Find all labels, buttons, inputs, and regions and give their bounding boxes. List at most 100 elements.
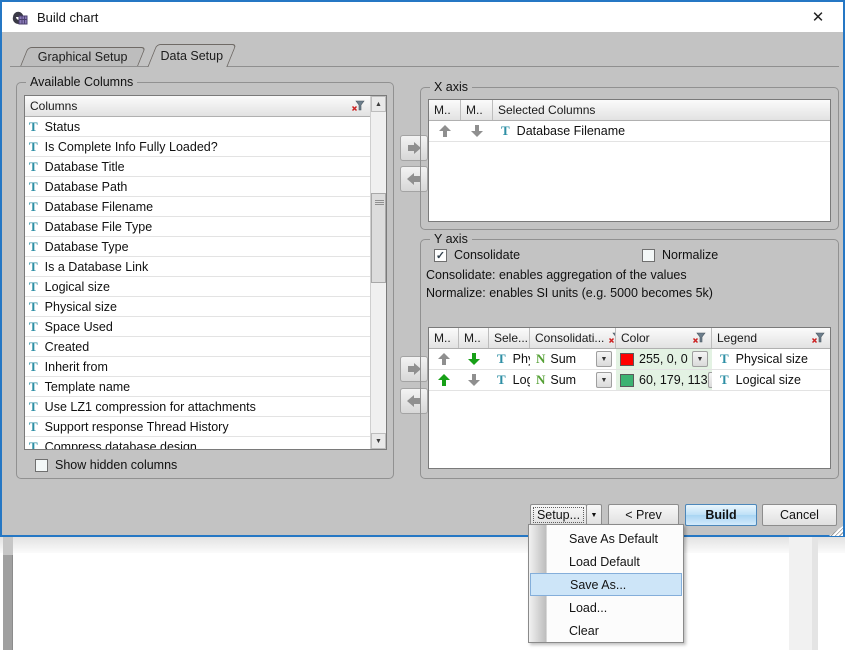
list-item[interactable]: TIs Complete Info Fully Loaded? bbox=[25, 137, 370, 157]
tab-graphical-setup-label: Graphical Setup bbox=[25, 48, 141, 67]
selected-column-cell: T Phy bbox=[489, 349, 530, 369]
text-column-icon: T bbox=[29, 339, 38, 355]
text-column-icon: T bbox=[29, 259, 38, 275]
normalize-checkbox[interactable]: Normalize bbox=[642, 248, 718, 262]
list-item[interactable]: TSupport response Thread History bbox=[25, 417, 370, 437]
filter-icon[interactable] bbox=[811, 332, 825, 344]
move-down-button[interactable] bbox=[459, 349, 489, 369]
consolidation-dropdown-button[interactable]: ▼ bbox=[596, 372, 612, 388]
cancel-button[interactable]: Cancel bbox=[762, 504, 837, 526]
text-column-icon: T bbox=[29, 399, 38, 415]
menu-item-load[interactable]: Load... bbox=[530, 596, 682, 619]
move-down-button[interactable] bbox=[461, 121, 493, 141]
title-bar[interactable]: Build chart ✕ bbox=[2, 2, 843, 32]
left-arrow-icon bbox=[407, 172, 421, 186]
menu-item-save-as[interactable]: Save As... bbox=[530, 573, 682, 596]
list-item[interactable]: TDatabase File Type bbox=[25, 217, 370, 237]
tab-graphical-setup[interactable]: Graphical Setup bbox=[20, 47, 146, 66]
scrollbar-thumb[interactable] bbox=[371, 193, 386, 283]
background-right-scrollbar[interactable] bbox=[789, 537, 812, 650]
checkbox-box[interactable] bbox=[35, 459, 48, 472]
menu-item-load-default[interactable]: Load Default bbox=[530, 550, 682, 573]
app-icon bbox=[11, 9, 28, 25]
x-move-up-header[interactable]: M.. bbox=[429, 100, 461, 120]
menu-item-clear[interactable]: Clear bbox=[530, 619, 682, 642]
filter-icon[interactable] bbox=[608, 332, 616, 344]
y-axis-group-label: Y axis bbox=[430, 232, 472, 246]
right-arrow-icon bbox=[407, 362, 421, 376]
move-down-button[interactable] bbox=[459, 370, 489, 390]
background-left-scrollbar-thumb[interactable] bbox=[3, 537, 13, 555]
move-up-button[interactable] bbox=[429, 349, 459, 369]
move-up-button[interactable] bbox=[429, 370, 459, 390]
available-columns-list: Columns TStatus TIs Complete Info Fully … bbox=[24, 95, 387, 450]
y-move-up-header[interactable]: M.. bbox=[429, 328, 459, 348]
build-button[interactable]: Build bbox=[685, 504, 757, 526]
list-item[interactable]: TCompress database design bbox=[25, 437, 370, 449]
list-item[interactable]: TDatabase Title bbox=[25, 157, 370, 177]
up-arrow-icon bbox=[438, 124, 452, 138]
x-axis-group-label: X axis bbox=[430, 80, 472, 94]
screen: Build chart ✕ Graphical Setup Data Setup… bbox=[0, 0, 845, 650]
numeric-column-icon: N bbox=[536, 372, 545, 388]
columns-list-rows: TStatus TIs Complete Info Fully Loaded? … bbox=[25, 117, 370, 449]
x-move-down-header[interactable]: M.. bbox=[461, 100, 493, 120]
show-hidden-columns-checkbox[interactable]: Show hidden columns bbox=[35, 458, 177, 472]
list-item[interactable]: TPhysical size bbox=[25, 297, 370, 317]
consolidation-dropdown-button[interactable]: ▼ bbox=[596, 351, 612, 367]
text-column-icon: T bbox=[29, 239, 38, 255]
background-window-band bbox=[0, 537, 845, 553]
scroll-up-icon[interactable]: ▲ bbox=[371, 96, 386, 112]
y-move-down-header[interactable]: M.. bbox=[459, 328, 489, 348]
consolidation-cell[interactable]: N Sum ▼ bbox=[530, 370, 616, 390]
build-chart-dialog: Build chart ✕ Graphical Setup Data Setup… bbox=[0, 0, 845, 537]
text-column-icon: T bbox=[501, 123, 510, 139]
text-column-icon: T bbox=[29, 299, 38, 315]
chevron-down-icon: ▼ bbox=[591, 512, 598, 519]
legend-cell[interactable]: T Physical size bbox=[712, 349, 830, 369]
legend-cell[interactable]: T Logical size bbox=[712, 370, 830, 390]
y-axis-row-logical[interactable]: T Log N Sum ▼ 60, 179, 113 ▼ T Logical s… bbox=[429, 370, 830, 391]
setup-dropdown-button[interactable]: ▼ bbox=[586, 504, 602, 526]
y-axis-row-physical[interactable]: T Phy N Sum ▼ 255, 0, 0 ▼ T Physical siz… bbox=[429, 349, 830, 370]
y-consolidation-header[interactable]: Consolidati... bbox=[530, 328, 616, 348]
y-legend-header[interactable]: Legend bbox=[712, 328, 830, 348]
y-selected-header[interactable]: Sele... bbox=[489, 328, 530, 348]
color-swatch bbox=[620, 374, 634, 387]
color-cell[interactable]: 255, 0, 0 ▼ bbox=[616, 349, 712, 369]
list-item[interactable]: TSpace Used bbox=[25, 317, 370, 337]
list-item[interactable]: TUse LZ1 compression for attachments bbox=[25, 397, 370, 417]
consolidation-cell[interactable]: N Sum ▼ bbox=[530, 349, 616, 369]
focus-rect bbox=[533, 507, 584, 523]
setup-dropdown-menu: Save As Default Load Default Save As... … bbox=[528, 524, 684, 643]
setup-button[interactable]: Setup... bbox=[530, 504, 587, 526]
list-item[interactable]: TDatabase Path bbox=[25, 177, 370, 197]
prev-button[interactable]: < Prev bbox=[608, 504, 679, 526]
list-item[interactable]: TInherit from bbox=[25, 357, 370, 377]
color-cell[interactable]: 60, 179, 113 ▼ bbox=[616, 370, 712, 390]
x-selected-columns-header[interactable]: Selected Columns bbox=[493, 100, 830, 120]
list-item[interactable]: TLogical size bbox=[25, 277, 370, 297]
filter-icon[interactable] bbox=[692, 332, 706, 344]
columns-list-scrollbar[interactable]: ▲ ▼ bbox=[370, 96, 386, 449]
list-item[interactable]: TIs a Database Link bbox=[25, 257, 370, 277]
scroll-down-icon[interactable]: ▼ bbox=[371, 433, 386, 449]
list-item[interactable]: TStatus bbox=[25, 117, 370, 137]
list-item[interactable]: TCreated bbox=[25, 337, 370, 357]
color-dropdown-button[interactable]: ▼ bbox=[692, 351, 708, 367]
close-icon[interactable]: ✕ bbox=[807, 6, 829, 28]
list-item[interactable]: TDatabase Type bbox=[25, 237, 370, 257]
checkbox-box[interactable]: ✓ bbox=[434, 249, 447, 262]
available-columns-group-label: Available Columns bbox=[26, 75, 137, 89]
y-color-header[interactable]: Color bbox=[616, 328, 712, 348]
list-item[interactable]: TTemplate name bbox=[25, 377, 370, 397]
tab-data-setup[interactable]: Data Setup bbox=[147, 44, 236, 67]
filter-icon[interactable] bbox=[351, 100, 365, 112]
consolidate-checkbox[interactable]: ✓ Consolidate bbox=[434, 248, 520, 262]
menu-item-save-as-default[interactable]: Save As Default bbox=[530, 527, 682, 550]
move-up-button[interactable] bbox=[429, 121, 461, 141]
list-item[interactable]: TDatabase Filename bbox=[25, 197, 370, 217]
columns-header[interactable]: Columns bbox=[25, 96, 370, 116]
x-axis-row[interactable]: T Database Filename bbox=[429, 121, 830, 142]
checkbox-box[interactable] bbox=[642, 249, 655, 262]
